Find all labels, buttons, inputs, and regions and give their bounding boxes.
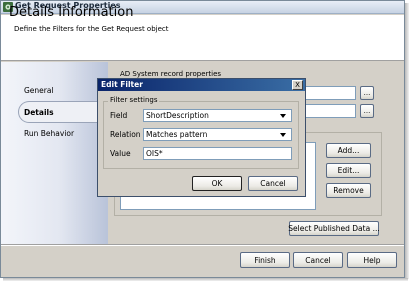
help-button[interactable]: Help (347, 252, 397, 268)
help-label: Help (363, 255, 381, 265)
dialog-close-icon[interactable]: X (292, 80, 303, 90)
edit-filter-dialog: Edit Filter X Filter settings Field Shor… (97, 78, 306, 197)
dialog-cancel-button[interactable]: Cancel (248, 176, 298, 191)
browse-button-1[interactable]: ... (360, 86, 374, 100)
value-input-text: OIS* (146, 149, 163, 158)
section-label: AD System record properties (120, 70, 222, 78)
value-label: Value (110, 149, 131, 158)
sidebar-nav (1, 62, 108, 244)
property-input-1[interactable] (300, 86, 356, 100)
finish-button[interactable]: Finish (240, 252, 290, 268)
edit-filter-button[interactable]: Edit... (326, 163, 371, 178)
filter-settings-legend: Filter settings (108, 96, 160, 104)
select-published-data-button[interactable]: Select Published Data ... (288, 221, 380, 236)
window-shadow-right (405, 3, 409, 279)
sidebar-item-run-behavior[interactable]: Run Behavior (24, 129, 74, 138)
sidebar-item-general[interactable]: General (24, 86, 54, 95)
remove-filter-label: Remove (333, 186, 364, 195)
edit-filter-label: Edit... (337, 166, 360, 175)
dialog-ok-label: OK (211, 179, 223, 188)
property-input-2[interactable] (300, 104, 356, 118)
field-combo[interactable]: ShortDescription (143, 109, 292, 122)
finish-label: Finish (254, 255, 276, 265)
field-combo-value: ShortDescription (146, 111, 209, 120)
cancel-label: Cancel (305, 255, 331, 265)
browse-button-2[interactable]: ... (360, 104, 374, 118)
dialog-cancel-label: Cancel (260, 179, 286, 188)
cancel-button[interactable]: Cancel (293, 252, 343, 268)
page-title: Details Information (9, 5, 134, 20)
add-filter-label: Add... (337, 146, 360, 155)
header-panel (1, 15, 404, 61)
field-label: Field (110, 111, 128, 120)
relation-combo-value: Matches pattern (146, 130, 208, 139)
relation-combo[interactable]: Matches pattern (143, 128, 292, 141)
footer-separator-highlight (1, 245, 404, 246)
relation-dropdown-arrow-icon[interactable] (280, 133, 286, 137)
dialog-title: Edit Filter (101, 80, 143, 89)
relation-label: Relation (110, 130, 141, 139)
select-published-data-label: Select Published Data ... (288, 224, 380, 233)
add-filter-button[interactable]: Add... (326, 143, 371, 158)
remove-filter-button[interactable]: Remove (326, 183, 371, 198)
value-input[interactable]: OIS* (143, 147, 292, 160)
field-dropdown-arrow-icon[interactable] (280, 114, 286, 118)
page-subtitle: Define the Filters for the Get Request o… (14, 25, 169, 33)
dialog-ok-button[interactable]: OK (192, 176, 242, 191)
sidebar-item-details[interactable]: Details (24, 108, 54, 117)
